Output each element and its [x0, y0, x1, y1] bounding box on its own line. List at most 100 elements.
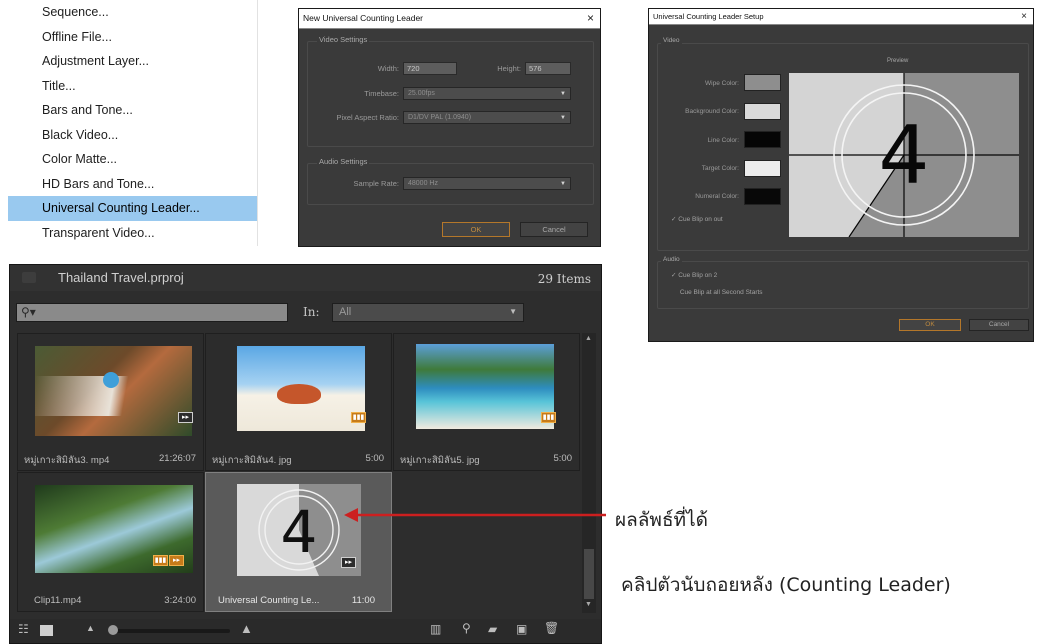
scroll-down-icon[interactable]: ▼: [585, 601, 592, 608]
search-icon: ⚲▾: [21, 305, 36, 319]
ok-button[interactable]: OK: [899, 319, 961, 331]
background-color-swatch[interactable]: [744, 103, 781, 120]
ok-button[interactable]: OK: [442, 222, 510, 237]
menu-item-title[interactable]: Title...: [8, 74, 257, 99]
video-group-title: Video: [661, 37, 682, 44]
search-input[interactable]: ⚲▾: [16, 303, 288, 322]
menu-item-hd-bars-and-tone[interactable]: HD Bars and Tone...: [8, 172, 257, 197]
in-filter-select[interactable]: All ▼: [332, 303, 524, 322]
media-item-thumbnail[interactable]: ▮▮▮ หมู่เกาะสิมิลัน5. jpg 5:00: [393, 333, 580, 471]
new-item-menu: Sequence... Offline File... Adjustment L…: [8, 0, 258, 246]
cancel-button[interactable]: Cancel: [520, 222, 588, 237]
cue-blip-2-checkbox[interactable]: ✓ Cue Blip on 2: [671, 271, 717, 279]
zoom-out-icon[interactable]: ▲: [86, 623, 95, 633]
media-item-thumbnail[interactable]: ▮▮▮ หมู่เกาะสิมิลัน4. jpg 5:00: [205, 333, 392, 471]
line-color-swatch[interactable]: [744, 131, 781, 148]
chevron-down-icon: ▼: [560, 115, 566, 121]
width-label: Width:: [377, 64, 399, 73]
timebase-value: 25.00fps: [408, 90, 435, 97]
new-item-icon[interactable]: ▣: [516, 622, 527, 636]
media-item-thumbnail-selected[interactable]: 4 ▸▸ Universal Counting Le... 11:00: [205, 472, 392, 612]
in-label: In:: [303, 305, 320, 319]
menu-item-bars-and-tone[interactable]: Bars and Tone...: [8, 98, 257, 123]
bin-icon: [22, 272, 36, 283]
menu-item-black-video[interactable]: Black Video...: [8, 123, 257, 148]
menu-item-color-matte[interactable]: Color Matte...: [8, 147, 257, 172]
dialog-title: Universal Counting Leader Setup: [653, 12, 764, 21]
automate-to-sequence-icon[interactable]: ▥: [430, 622, 441, 636]
menu-item-offline-file[interactable]: Offline File...: [8, 25, 257, 50]
preview-label: Preview: [887, 58, 909, 64]
checkmark-icon: ✓: [671, 272, 677, 279]
counting-leader-setup-dialog: Universal Counting Leader Setup × Video …: [648, 8, 1034, 342]
pixel-aspect-ratio-select[interactable]: D1/DV PAL (1.0940) ▼: [403, 111, 571, 124]
pixel-aspect-ratio-label: Pixel Aspect Ratio:: [336, 113, 399, 122]
zoom-in-icon[interactable]: ▲: [240, 621, 253, 636]
menu-item-sequence[interactable]: Sequence...: [8, 0, 257, 25]
media-item-thumbnail[interactable]: ▮▮▮ ▸▸ Clip11.mp4 3:24:00: [17, 472, 204, 612]
result-label: ผลลัพธ์ที่ได้: [615, 509, 708, 531]
close-icon[interactable]: ×: [1021, 9, 1027, 24]
item-name: หมู่เกาะสิมิลัน5. jpg: [400, 455, 480, 466]
cue-blip-all-label: Cue Blip at all Second Starts: [679, 289, 763, 296]
scrollbar-track[interactable]: ▲ ▼: [582, 333, 596, 613]
item-name: Universal Counting Le...: [218, 595, 320, 606]
new-counting-leader-dialog: New Universal Counting Leader × Video Se…: [298, 8, 601, 247]
line-color-label: Line Color:: [707, 137, 739, 144]
close-icon[interactable]: ×: [587, 9, 594, 28]
target-color-swatch[interactable]: [744, 160, 781, 177]
zoom-slider[interactable]: [108, 625, 230, 635]
menu-item-universal-counting-leader[interactable]: Universal Counting Leader...: [8, 196, 257, 221]
annotation-arrow: [344, 508, 606, 522]
pixel-aspect-ratio-value: D1/DV PAL (1.0940): [408, 114, 472, 121]
background-color-label: Background Color:: [685, 108, 739, 115]
cue-blip-out-checkbox[interactable]: ✓ Cue Blip on out: [671, 215, 723, 223]
cue-blip-all-checkbox[interactable]: Cue Blip at all Second Starts: [671, 289, 763, 296]
clip-thumbnail-image: [416, 344, 554, 429]
project-header: Thailand Travel.prproj 29 Items: [10, 265, 601, 291]
audio-group: [657, 261, 1029, 309]
cancel-button[interactable]: Cancel: [969, 319, 1029, 331]
media-item-thumbnail[interactable]: ▸▸ หมู่เกาะสิมิลัน3. mp4 21:26:07: [17, 333, 204, 471]
sample-rate-select[interactable]: 48000 Hz ▼: [403, 177, 571, 190]
menu-item-adjustment-layer[interactable]: Adjustment Layer...: [8, 49, 257, 74]
cue-blip-out-label: Cue Blip on out: [678, 216, 723, 223]
project-title: Thailand Travel.prproj: [58, 270, 184, 285]
sample-rate-label: Sample Rate:: [353, 179, 399, 188]
width-field[interactable]: 720: [403, 62, 457, 75]
item-duration: 11:00: [351, 595, 375, 606]
item-duration: 21:26:07: [159, 453, 196, 464]
video-badge-icon: ▸▸: [341, 557, 356, 568]
numeral-color-swatch[interactable]: [744, 188, 781, 205]
flower-shape: [103, 372, 119, 388]
find-icon[interactable]: ⚲: [462, 621, 471, 635]
cue-blip-2-label: Cue Blip on 2: [678, 272, 718, 279]
leader-thumb-numeral: 4: [281, 498, 318, 566]
zoom-slider-handle[interactable]: [108, 625, 118, 635]
audio-group-title: Audio: [661, 256, 682, 263]
item-name: หมู่เกาะสิมิลัน3. mp4: [24, 455, 110, 466]
icon-view-icon[interactable]: [40, 625, 53, 636]
in-filter-value: All: [339, 306, 352, 318]
timebase-select[interactable]: 25.00fps ▼: [403, 87, 571, 100]
height-label: Height:: [497, 64, 521, 73]
clear-icon[interactable]: 🗑: [544, 621, 559, 635]
project-panel: Thailand Travel.prproj 29 Items ⚲▾ In: A…: [9, 264, 602, 644]
scroll-up-icon[interactable]: ▲: [585, 335, 592, 342]
still-image-badge-icon: ▮▮▮: [351, 412, 366, 423]
list-view-icon[interactable]: ☷: [18, 622, 29, 636]
scrollbar-thumb[interactable]: [584, 549, 594, 599]
dialog-title: New Universal Counting Leader: [303, 13, 424, 23]
item-name: Clip11.mp4: [34, 595, 82, 606]
wipe-color-swatch[interactable]: [744, 74, 781, 91]
height-field[interactable]: 576: [525, 62, 571, 75]
dialog-titlebar: Universal Counting Leader Setup ×: [649, 9, 1033, 25]
clip-thumbnail-image: [35, 346, 192, 436]
menu-item-transparent-video[interactable]: Transparent Video...: [8, 221, 257, 246]
new-bin-icon[interactable]: ▰: [488, 622, 497, 636]
item-name: หมู่เกาะสิมิลัน4. jpg: [212, 455, 292, 466]
item-duration: 3:24:00: [164, 595, 196, 606]
counting-leader-description: คลิปตัวนับถอยหลัง (Counting Leader): [621, 574, 951, 596]
still-image-badge-icon: ▮▮▮: [153, 555, 168, 566]
crab-shape: [277, 384, 321, 404]
